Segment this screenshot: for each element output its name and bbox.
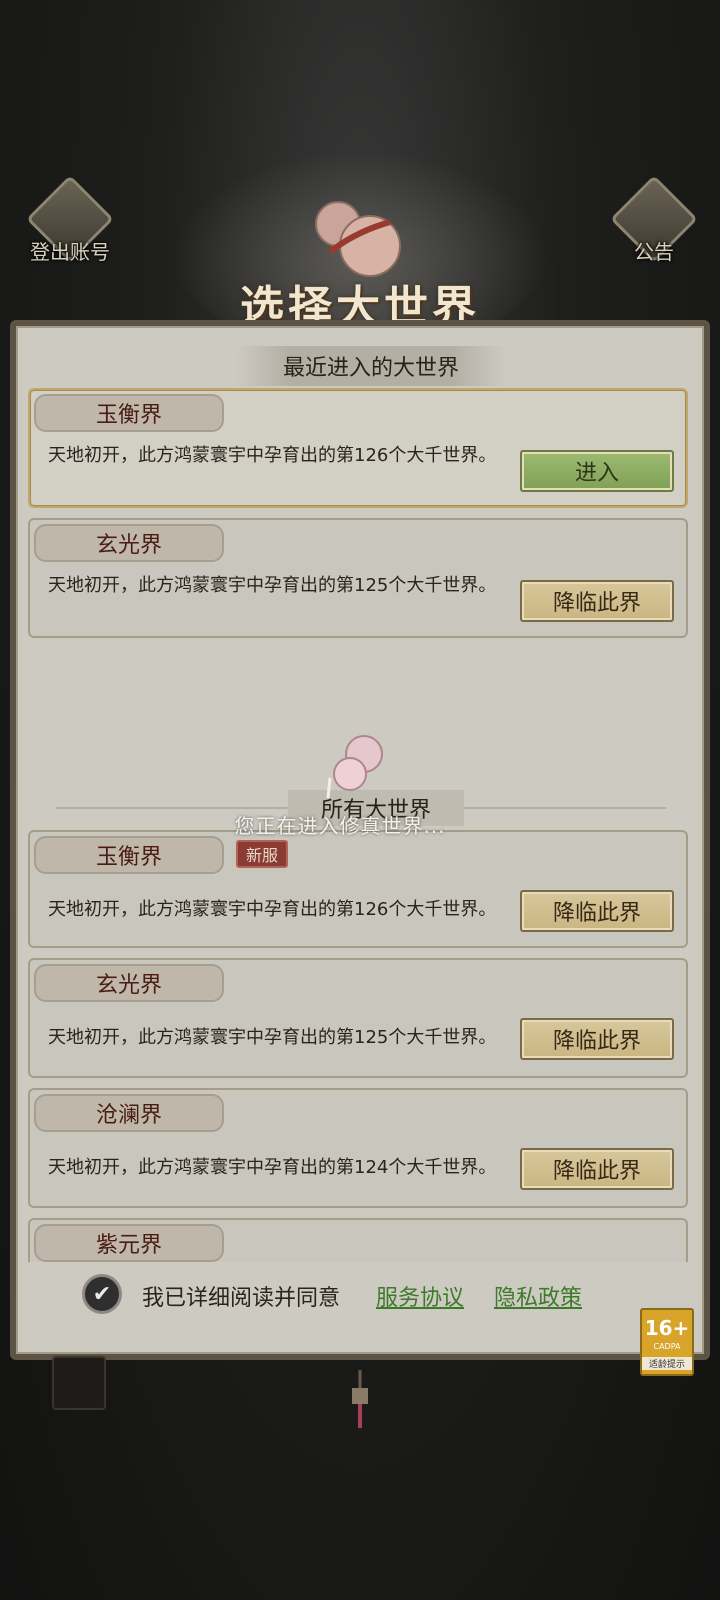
loading-text: 您正在进入修真世界... <box>234 814 446 838</box>
descend-button[interactable]: 降临此界 <box>520 1148 674 1190</box>
server-name: 紫元界 <box>34 1224 224 1262</box>
enter-button[interactable]: 进入 <box>520 450 674 492</box>
privacy-policy-link[interactable]: 隐私政策 <box>494 1280 582 1312</box>
faded-badge <box>52 1356 106 1410</box>
server-name: 玄光界 <box>34 524 224 562</box>
server-card[interactable]: 玄光界 天地初开，此方鸿蒙寰宇中孕育出的第125个大千世界。 降临此界 <box>28 958 688 1078</box>
age-rating-label: 16+ <box>644 1316 690 1340</box>
descend-button[interactable]: 降临此界 <box>520 890 674 932</box>
loading-overlay: 您正在进入修真世界... <box>190 730 530 850</box>
age-rating-org: CADPA <box>653 1342 681 1351</box>
server-name: 沧澜界 <box>34 1094 224 1132</box>
recent-server-card[interactable]: 玉衡界 天地初开，此方鸿蒙寰宇中孕育出的第126个大千世界。 进入 <box>28 388 688 508</box>
notice-button[interactable]: 公告 <box>594 175 714 270</box>
age-rating-badge[interactable]: 16+ CADPA 适龄提示 <box>640 1308 694 1376</box>
agreement-row: ✔ 我已详细阅读并同意 服务协议 隐私政策 <box>10 1262 710 1322</box>
descend-button[interactable]: 降临此界 <box>520 580 674 622</box>
recent-server-card[interactable]: 玄光界 天地初开，此方鸿蒙寰宇中孕育出的第125个大千世界。 降临此界 <box>28 518 688 638</box>
age-rating-tip: 适龄提示 <box>642 1357 692 1370</box>
loading-gourd-icon <box>326 735 383 799</box>
agreement-text: 我已详细阅读并同意 <box>142 1286 341 1311</box>
tassel-ornament-icon <box>352 1370 368 1428</box>
server-desc: 天地初开，此方鸿蒙寰宇中孕育出的第126个大千世界。 <box>48 445 497 466</box>
server-desc: 天地初开，此方鸿蒙寰宇中孕育出的第124个大千世界。 <box>48 1157 497 1178</box>
server-desc: 天地初开，此方鸿蒙寰宇中孕育出的第126个大千世界。 <box>48 899 497 920</box>
logout-label: 登出账号 <box>30 240 110 264</box>
server-card[interactable]: 沧澜界 天地初开，此方鸿蒙寰宇中孕育出的第124个大千世界。 降临此界 <box>28 1088 688 1208</box>
server-card[interactable]: 紫元界 <box>28 1218 688 1262</box>
recent-section-title: 最近进入的大世界 <box>236 346 506 386</box>
terms-of-service-link[interactable]: 服务协议 <box>376 1280 464 1312</box>
agree-checkbox[interactable]: ✔ <box>82 1274 122 1314</box>
notice-label: 公告 <box>634 240 674 264</box>
descend-button[interactable]: 降临此界 <box>520 1018 674 1060</box>
server-name: 玄光界 <box>34 964 224 1002</box>
logout-button[interactable]: 登出账号 <box>10 175 130 270</box>
server-desc: 天地初开，此方鸿蒙寰宇中孕育出的第125个大千世界。 <box>48 1027 497 1048</box>
server-name: 玉衡界 <box>34 394 224 432</box>
checkmark-icon: ✔ <box>92 1281 112 1307</box>
server-desc: 天地初开，此方鸿蒙寰宇中孕育出的第125个大千世界。 <box>48 575 497 596</box>
